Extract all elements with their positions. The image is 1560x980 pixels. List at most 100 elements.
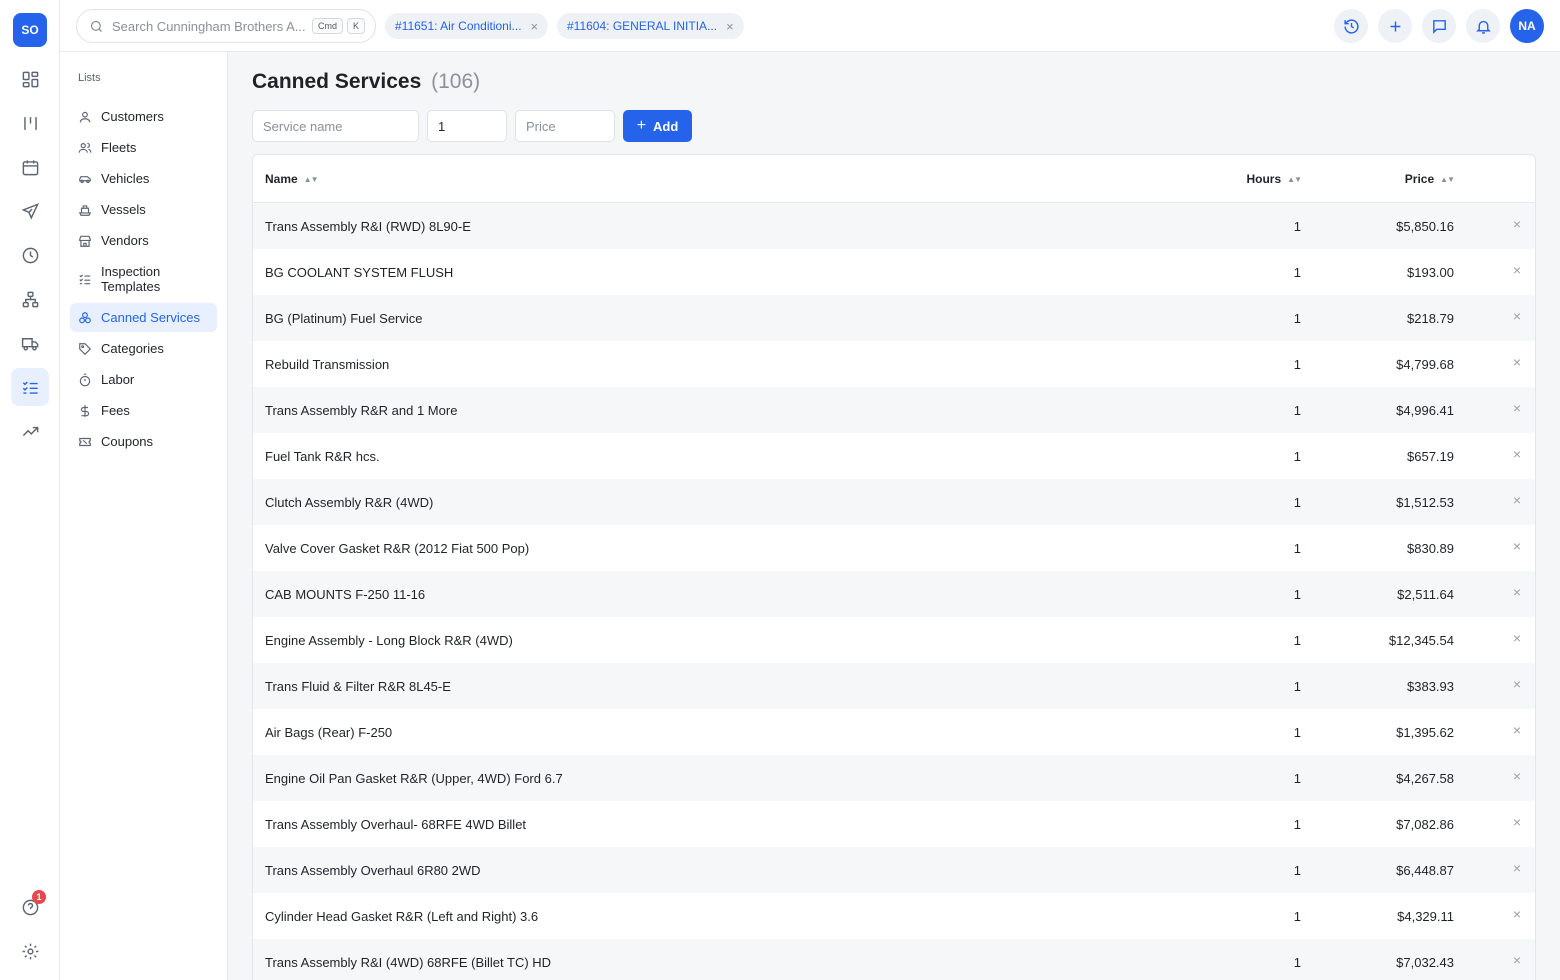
service-hours: 1	[1293, 495, 1301, 510]
delete-row-icon[interactable]: ×	[1513, 676, 1521, 692]
table-row[interactable]: Engine Oil Pan Gasket R&R (Upper, 4WD) F…	[253, 755, 1535, 801]
sidebar-item-vehicles[interactable]: Vehicles	[70, 164, 217, 193]
delete-row-icon[interactable]: ×	[1513, 538, 1521, 554]
hours-input[interactable]	[427, 110, 507, 142]
clock-icon[interactable]	[11, 236, 49, 274]
table-row[interactable]: Trans Assembly R&I (4WD) 68RFE (Billet T…	[253, 939, 1535, 980]
store-icon	[79, 235, 91, 247]
delete-row-icon[interactable]: ×	[1513, 354, 1521, 370]
add-new-icon[interactable]	[1378, 9, 1412, 43]
user-icon	[79, 111, 91, 122]
table-row[interactable]: Fuel Tank R&R hcs. 1 $657.19 ×	[253, 433, 1535, 479]
lists-icon[interactable]	[11, 368, 49, 406]
service-price: $657.19	[1407, 449, 1454, 464]
column-header-hours[interactable]: Hours ▲▼	[1246, 172, 1302, 186]
checklist-icon	[79, 274, 91, 285]
table-row[interactable]: Engine Assembly - Long Block R&R (4WD) 1 $…	[253, 617, 1535, 663]
sidebar-item-label: Categories	[101, 341, 164, 356]
service-hours: 1	[1293, 633, 1301, 648]
column-label: Price	[1404, 172, 1435, 186]
table-row[interactable]: Cylinder Head Gasket R&R (Left and Right…	[253, 893, 1535, 939]
sidebar-item-label: Vendors	[101, 233, 149, 248]
delete-row-icon[interactable]: ×	[1513, 814, 1521, 830]
table-row[interactable]: BG (Platinum) Fuel Service 1 $218.79 ×	[253, 295, 1535, 341]
delete-row-icon[interactable]: ×	[1513, 492, 1521, 508]
trending-up-icon[interactable]	[11, 412, 49, 450]
org-chart-icon[interactable]	[11, 280, 49, 318]
history-icon[interactable]	[1334, 9, 1368, 43]
notifications-bell-icon[interactable]	[1466, 9, 1500, 43]
service-name: BG (Platinum) Fuel Service	[265, 311, 423, 326]
table-row[interactable]: Trans Assembly R&I (RWD) 8L90-E 1 $5,850.1…	[253, 203, 1535, 249]
delete-row-icon[interactable]: ×	[1513, 446, 1521, 462]
truck-icon[interactable]	[11, 324, 49, 362]
service-hours: 1	[1293, 541, 1301, 556]
table-row[interactable]: Valve Cover Gasket R&R (2012 Fiat 500 Po…	[253, 525, 1535, 571]
sidebar-item-vendors[interactable]: Vendors	[70, 226, 217, 255]
delete-row-icon[interactable]: ×	[1513, 722, 1521, 738]
service-hours: 1	[1293, 909, 1301, 924]
sidebar-item-labor[interactable]: Labor	[70, 365, 217, 394]
table-row[interactable]: Clutch Assembly R&R (4WD) 1 $1,512.53 ×	[253, 479, 1535, 525]
sidebar-item-fees[interactable]: Fees	[70, 396, 217, 425]
record-count: (106)	[431, 70, 481, 93]
messages-icon[interactable]	[1422, 9, 1456, 43]
service-price: $6,448.87	[1396, 863, 1454, 878]
delete-row-icon[interactable]: ×	[1513, 584, 1521, 600]
table-row[interactable]: Trans Assembly Overhaul- 68RFE 4WD Bille…	[253, 801, 1535, 847]
send-icon[interactable]	[11, 192, 49, 230]
sidebar-item-vessels[interactable]: Vessels	[70, 195, 217, 224]
table-row[interactable]: Air Bags (Rear) F-250 1 $1,395.62 ×	[253, 709, 1535, 755]
close-tab-icon[interactable]: ×	[531, 19, 539, 34]
table-row[interactable]: Trans Assembly R&R and 1 More 1 $4,996.41 ×	[253, 387, 1535, 433]
sidebar-item-coupons[interactable]: Coupons	[70, 427, 217, 456]
table-row[interactable]: Trans Assembly Overhaul 6R80 2WD 1 $6,448.…	[253, 847, 1535, 893]
delete-row-icon[interactable]: ×	[1513, 906, 1521, 922]
column-header-name[interactable]: Name ▲▼	[265, 172, 319, 186]
dashboard-icon[interactable]	[11, 60, 49, 98]
price-input[interactable]	[515, 110, 615, 142]
add-service-button[interactable]: + Add	[623, 110, 692, 142]
delete-row-icon[interactable]: ×	[1513, 768, 1521, 784]
global-search[interactable]: Search Cunningham Brothers A... Cmd K	[76, 9, 376, 43]
delete-row-icon[interactable]: ×	[1513, 400, 1521, 416]
service-hours: 1	[1293, 587, 1301, 602]
table-row[interactable]: BG COOLANT SYSTEM FLUSH 1 $193.00 ×	[253, 249, 1535, 295]
sidebar-item-categories[interactable]: Categories	[70, 334, 217, 363]
lists-sidebar: Lists Customers Fleets Vehicles Vessels …	[60, 52, 228, 980]
search-icon	[90, 20, 102, 32]
service-hours: 1	[1293, 725, 1301, 740]
sidebar-item-fleets[interactable]: Fleets	[70, 133, 217, 162]
delete-row-icon[interactable]: ×	[1513, 952, 1521, 968]
delete-row-icon[interactable]: ×	[1513, 216, 1521, 232]
delete-row-icon[interactable]: ×	[1513, 630, 1521, 646]
service-price: $218.79	[1407, 311, 1454, 326]
delete-row-icon[interactable]: ×	[1513, 262, 1521, 278]
close-tab-icon[interactable]: ×	[726, 19, 734, 34]
tag-icon	[79, 342, 92, 355]
column-header-price[interactable]: Price ▲▼	[1404, 172, 1455, 186]
open-tab-2[interactable]: #11604: GENERAL INITIA... ×	[557, 13, 744, 39]
user-avatar[interactable]: NA	[1510, 9, 1544, 43]
table-row[interactable]: CAB MOUNTS F-250 11-16 1 $2,511.64 ×	[253, 571, 1535, 617]
service-name: Engine Assembly - Long Block R&R (4WD)	[265, 633, 513, 648]
workflow-board-icon[interactable]	[11, 104, 49, 142]
delete-row-icon[interactable]: ×	[1513, 860, 1521, 876]
service-name-input[interactable]	[252, 110, 419, 142]
service-price: $7,032.43	[1396, 955, 1454, 970]
service-name: BG COOLANT SYSTEM FLUSH	[265, 265, 454, 280]
table-row[interactable]: Rebuild Transmission 1 $4,799.68 ×	[253, 341, 1535, 387]
help-icon[interactable]: 1	[11, 888, 49, 926]
settings-gear-icon[interactable]	[11, 932, 49, 970]
sidebar-item-customers[interactable]: Customers	[70, 102, 217, 131]
service-price: $4,267.58	[1396, 771, 1454, 786]
service-price: $12,345.54	[1388, 633, 1454, 648]
open-tab-1[interactable]: #11651: Air Conditioni... ×	[385, 13, 549, 39]
sidebar-item-inspection-templates[interactable]: Inspection Templates	[70, 257, 217, 301]
calendar-icon[interactable]	[11, 148, 49, 186]
delete-row-icon[interactable]: ×	[1513, 308, 1521, 324]
table-row[interactable]: Trans Fluid & Filter R&R 8L45-E 1 $383.93 ×	[253, 663, 1535, 709]
app-logo[interactable]: SO	[13, 13, 47, 47]
main-content: Canned Services (106) + Add Name ▲▼ Hour…	[228, 52, 1560, 980]
sidebar-item-canned-services[interactable]: Canned Services	[70, 303, 217, 332]
